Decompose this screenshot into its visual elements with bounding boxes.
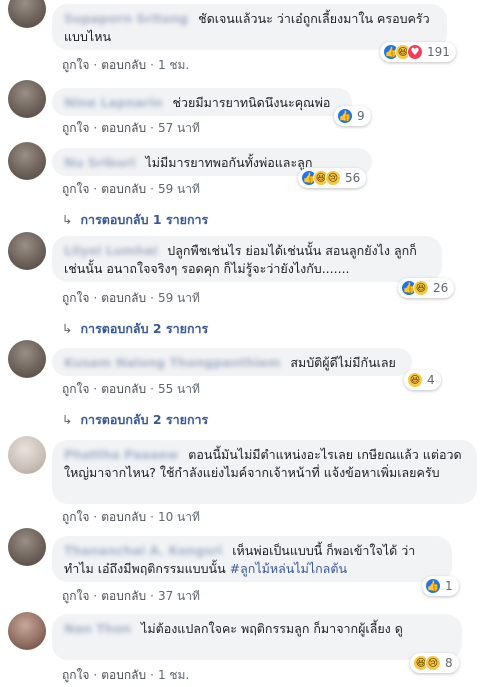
reaction-summary[interactable]: 😆 4 (404, 370, 441, 390)
avatar[interactable] (8, 340, 46, 378)
reaction-count: 8 (445, 656, 453, 670)
like-link[interactable]: ถูกใจ (62, 182, 89, 196)
like-link[interactable]: ถูกใจ (62, 58, 89, 72)
reply-link[interactable]: ตอบกลับ (101, 510, 146, 524)
reaction-summary[interactable]: 👍 😆 ♥ 191 (380, 42, 456, 62)
comment-actions: ถูกใจ · ตอบกลับ · 10 นาที (62, 510, 200, 524)
avatar[interactable] (8, 80, 46, 118)
timestamp[interactable]: 1 ชม. (158, 668, 189, 682)
like-link[interactable]: ถูกใจ (62, 668, 89, 682)
view-replies-link[interactable]: ↳ การตอบกลับ 2 รายการ (62, 319, 208, 339)
commenter-name[interactable]: Kusam Nalong Thongpanthiem (64, 354, 280, 372)
avatar[interactable] (8, 232, 46, 270)
comment-actions: ถูกใจ · ตอบกลับ · 1 ชม. (62, 668, 190, 682)
comment-bubble: Nan Thon ไม่ต้องแปลกใจคะ พฤติกรรมลูก ก็ม… (52, 614, 462, 660)
comment-bubble: Thananchai A. Kongsri เห็นพ่อเป็นแบบนี้ … (52, 536, 452, 582)
reply-link[interactable]: ตอบกลับ (101, 121, 146, 135)
reaction-count: 26 (433, 281, 449, 295)
timestamp[interactable]: 57 นาที (158, 121, 200, 135)
comment-bubble: Kusam Nalong Thongpanthiem สมบัติผู้ดีไม… (52, 348, 412, 376)
reply-arrow-icon: ↳ (62, 412, 73, 427)
reaction-summary[interactable]: 👍 😆 26 (398, 278, 455, 298)
timestamp[interactable]: 10 นาที (158, 510, 200, 524)
reply-link[interactable]: ตอบกลับ (101, 382, 146, 396)
hashtag-link[interactable]: #ลูกไม้หล่นไม่ไกลต้น (230, 561, 347, 576)
avatar[interactable] (8, 528, 46, 566)
like-link[interactable]: ถูกใจ (62, 510, 89, 524)
sad-icon: 😢 (425, 655, 441, 671)
commenter-name[interactable]: Supaporn Sritong (64, 10, 188, 28)
like-link[interactable]: ถูกใจ (62, 291, 89, 305)
comment-text: สมบัติผู้ดีไม่มีกันเลย (290, 355, 396, 370)
reaction-summary[interactable]: 👍 9 (334, 106, 371, 126)
thumbs-up-icon: 👍 (425, 578, 441, 594)
timestamp[interactable]: 37 นาที (158, 589, 200, 603)
like-link[interactable]: ถูกใจ (62, 382, 89, 396)
reaction-count: 56 (345, 171, 361, 185)
reply-link[interactable]: ตอบกลับ (101, 58, 146, 72)
reply-link[interactable]: ตอบกลับ (101, 291, 146, 305)
timestamp[interactable]: 59 นาที (158, 291, 200, 305)
haha-icon: 😆 (407, 372, 423, 388)
comment-actions: ถูกใจ · ตอบกลับ · 55 นาที (62, 382, 200, 396)
comment-bubble: Nine Lapnarin ช่วยมีมารยาทนิดนึงนะคุณพ่อ (52, 88, 352, 116)
commenter-name[interactable]: Nan Thon (64, 620, 131, 638)
view-replies-link[interactable]: ↳ การตอบกลับ 2 รายการ (62, 410, 208, 430)
thumbs-up-icon: 👍 (337, 108, 353, 124)
reply-link[interactable]: ตอบกลับ (101, 668, 146, 682)
timestamp[interactable]: 1 ชม. (158, 58, 189, 72)
commenter-name[interactable]: Nine Lapnarin (64, 94, 163, 112)
commenter-name[interactable]: Phattha Paaaew (64, 446, 178, 464)
reply-link[interactable]: ตอบกลับ (101, 589, 146, 603)
commenter-name[interactable]: Nu Sriburi (64, 154, 135, 172)
comment-text: ไม่ต้องแปลกใจคะ พฤติกรรมลูก ก็มาจากผู้เล… (141, 621, 403, 636)
comment-actions: ถูกใจ · ตอบกลับ · 37 นาที (62, 589, 200, 603)
like-link[interactable]: ถูกใจ (62, 121, 89, 135)
reply-link[interactable]: ตอบกลับ (101, 182, 146, 196)
comment-actions: ถูกใจ · ตอบกลับ · 1 ชม. (62, 58, 190, 72)
reaction-count: 1 (445, 579, 453, 593)
reaction-summary[interactable]: 👍 😆 😢 56 (298, 168, 367, 188)
love-icon: ♥ (407, 44, 423, 60)
reaction-count: 4 (427, 373, 435, 387)
comment-text: ช่วยมีมารยาทนิดนึงนะคุณพ่อ (172, 95, 331, 110)
comment-actions: ถูกใจ · ตอบกลับ · 59 นาที (62, 291, 200, 305)
commenter-name[interactable]: Thananchai A. Kongsri (64, 542, 222, 560)
comment-bubble: Lilyel Lumhai ปลูกพืชเช่นไร ย่อมได้เช่นน… (52, 236, 442, 282)
avatar[interactable] (8, 0, 46, 28)
sad-icon: 😢 (325, 170, 341, 186)
comment-bubble: Phattha Paaaew ตอนนี้มันไม่มีตำแหน่งอะไร… (52, 440, 477, 504)
avatar[interactable] (8, 612, 46, 650)
avatar[interactable] (8, 142, 46, 180)
reaction-summary[interactable]: 😆 😢 8 (410, 653, 459, 673)
view-replies-link[interactable]: ↳ การตอบกลับ 1 รายการ (62, 210, 208, 230)
reply-arrow-icon: ↳ (62, 212, 73, 227)
reaction-count: 191 (427, 45, 450, 59)
like-link[interactable]: ถูกใจ (62, 589, 89, 603)
timestamp[interactable]: 59 นาที (158, 182, 200, 196)
reaction-summary[interactable]: 👍 1 (422, 576, 459, 596)
haha-icon: 😆 (413, 280, 429, 296)
comment-text: ไม่มีมารยาทพอกันทั้งพ่อและลูก (145, 155, 313, 170)
reply-arrow-icon: ↳ (62, 321, 73, 336)
timestamp[interactable]: 55 นาที (158, 382, 200, 396)
comment-actions: ถูกใจ · ตอบกลับ · 57 นาที (62, 121, 200, 135)
comment-actions: ถูกใจ · ตอบกลับ · 59 นาที (62, 182, 200, 196)
reaction-count: 9 (357, 109, 365, 123)
avatar[interactable] (8, 436, 46, 474)
commenter-name[interactable]: Lilyel Lumhai (64, 242, 157, 260)
